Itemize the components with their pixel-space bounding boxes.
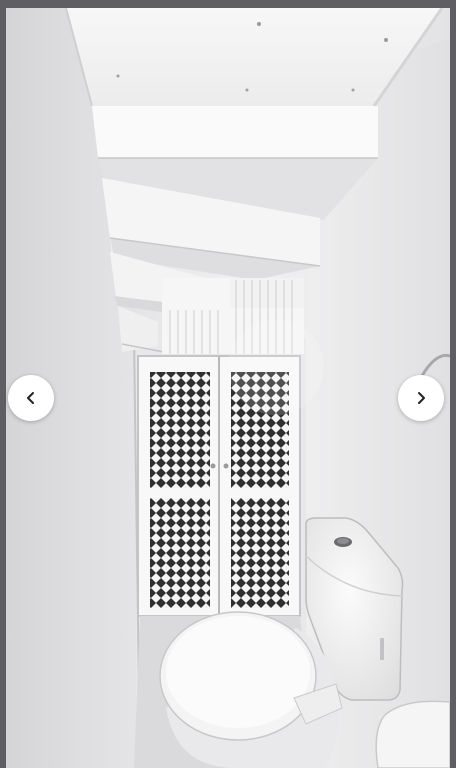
gallery-frame [6,8,450,768]
next-image-button[interactable] [398,375,444,421]
chevron-left-icon [27,392,34,404]
chevron-right-icon [418,392,425,404]
gallery-photo [6,8,450,768]
previous-image-button[interactable] [8,375,54,421]
image-loading-indicator [228,319,324,415]
